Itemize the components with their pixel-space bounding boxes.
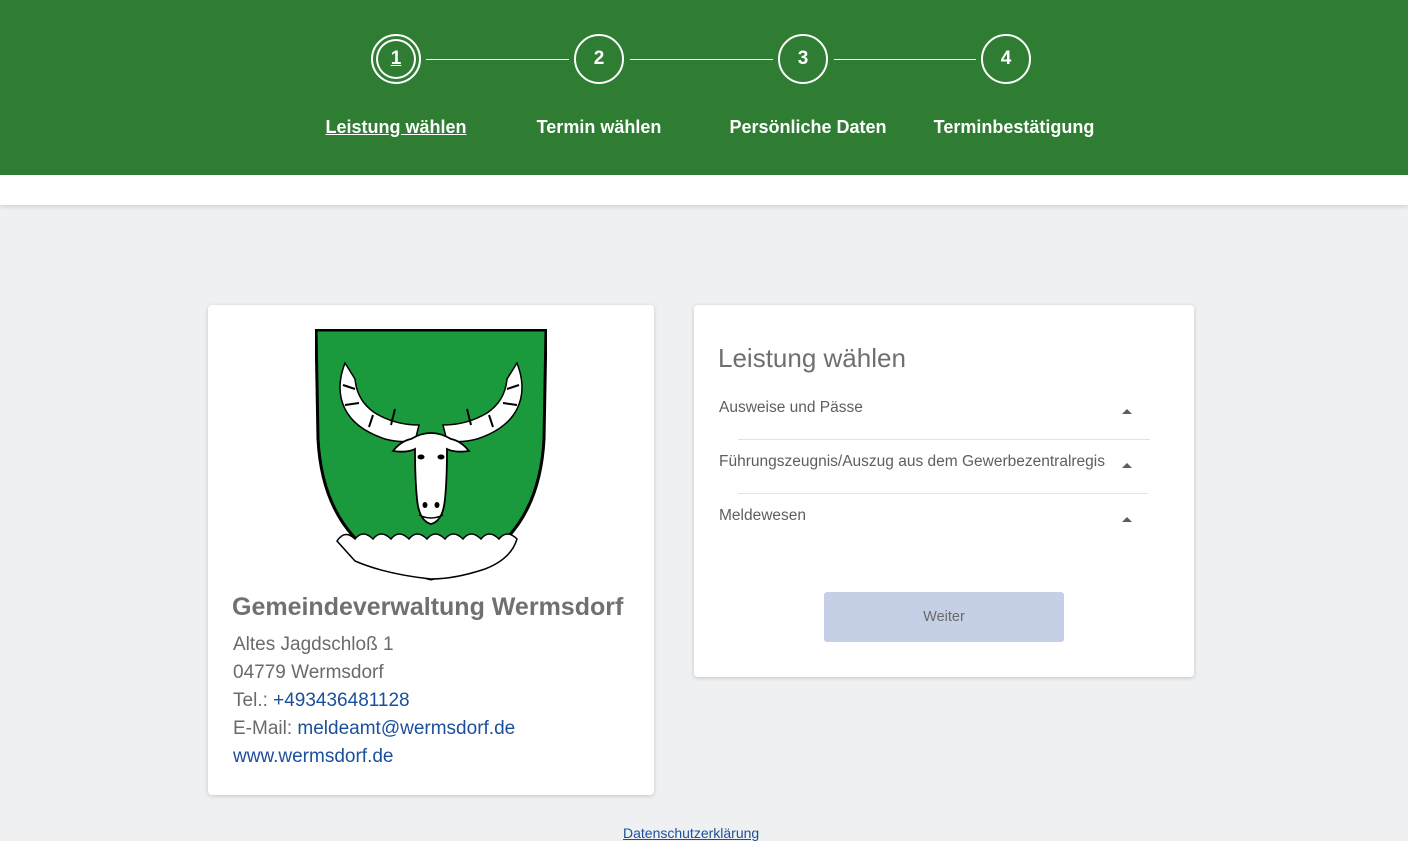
accordion-divider bbox=[738, 439, 1150, 440]
phone-link[interactable]: +493436481128 bbox=[273, 690, 410, 711]
caret-up-icon bbox=[1122, 409, 1132, 414]
stepper-header: 1 2 3 4 Leistung wählen Termin wählen Pe… bbox=[0, 0, 1408, 175]
step-4-number: 4 bbox=[1000, 48, 1012, 69]
step-2-circle: 2 bbox=[574, 34, 624, 84]
step-1-label[interactable]: Leistung wählen bbox=[296, 117, 496, 138]
step-connector bbox=[426, 59, 569, 60]
step-connector bbox=[834, 59, 976, 60]
step-1-number: 1 bbox=[390, 48, 402, 69]
step-3-circle: 3 bbox=[778, 34, 828, 84]
caret-up-icon bbox=[1122, 517, 1132, 522]
header-bottom-bar bbox=[0, 175, 1408, 205]
step-3-number: 3 bbox=[797, 48, 809, 69]
office-city: 04779 Wermsdorf bbox=[233, 662, 384, 683]
step-4-circle: 4 bbox=[981, 34, 1031, 84]
caret-up-icon bbox=[1122, 463, 1132, 468]
email-label: E-Mail: bbox=[233, 718, 298, 739]
accordion-item-ausweise[interactable]: Ausweise und Pässe bbox=[718, 385, 1148, 439]
accordion-label: Meldewesen bbox=[719, 507, 807, 524]
step-1-circle[interactable]: 1 bbox=[371, 34, 421, 84]
office-phone-row: Tel.: +493436481128 bbox=[233, 690, 410, 712]
privacy-link[interactable]: Datenschutzerklärung bbox=[623, 825, 759, 841]
accordion-divider bbox=[738, 493, 1148, 494]
accordion-label: Führungszeugnis/Auszug aus dem Gewerbeze… bbox=[719, 453, 1105, 470]
step-connector bbox=[630, 59, 773, 60]
phone-label: Tel.: bbox=[233, 690, 274, 711]
email-link[interactable]: meldeamt@wermsdorf.de bbox=[297, 718, 515, 739]
accordion-item-fuehrungszeugnis[interactable]: Führungszeugnis/Auszug aus dem Gewerbeze… bbox=[718, 439, 1150, 493]
service-title: Leistung wählen bbox=[718, 343, 906, 373]
office-info-card: Gemeindeverwaltung Wermsdorf Altes Jagds… bbox=[208, 305, 654, 795]
office-email-row: E-Mail: meldeamt@wermsdorf.de bbox=[233, 718, 515, 740]
step-2-label: Termin wählen bbox=[536, 117, 662, 137]
service-selection-card: Leistung wählen Ausweise und Pässe Führu… bbox=[694, 305, 1194, 677]
step-4-label: Terminbestätigung bbox=[933, 117, 1095, 137]
next-button[interactable]: Weiter bbox=[824, 592, 1064, 642]
step-3-label: Persönliche Daten bbox=[729, 117, 887, 137]
coat-of-arms-logo bbox=[315, 329, 547, 581]
office-name: Gemeindeverwaltung Wermsdorf bbox=[232, 593, 624, 621]
website-link[interactable]: www.wermsdorf.de bbox=[233, 746, 394, 768]
accordion-label: Ausweise und Pässe bbox=[719, 399, 863, 416]
office-street: Altes Jagdschloß 1 bbox=[233, 634, 394, 655]
accordion-item-meldewesen[interactable]: Meldewesen bbox=[718, 493, 1148, 547]
step-2-number: 2 bbox=[593, 48, 605, 69]
